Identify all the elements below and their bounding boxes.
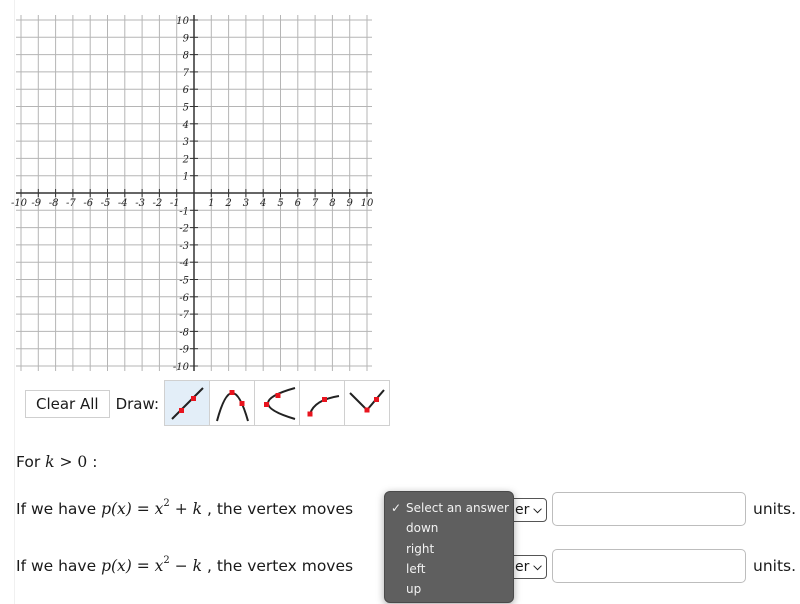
absolute-value-tool-icon [349, 389, 385, 413]
units-input-1[interactable] [552, 492, 746, 526]
y-tick-label: 5 [183, 103, 189, 114]
y-tick-label: -7 [179, 310, 189, 321]
y-tick-label: -10 [173, 362, 190, 373]
function-name: p(x) [101, 500, 132, 518]
exponent: 2 [163, 498, 170, 509]
clear-all-button[interactable]: Clear All [25, 390, 110, 418]
row-suffix: , the vertex moves [202, 557, 354, 575]
row-suffix: , the vertex moves [202, 500, 354, 518]
intro-relation: > 0 [54, 453, 88, 471]
draw-tool-group [164, 380, 391, 426]
x-tick-label: -2 [153, 198, 163, 209]
x-tick-label: -1 [170, 198, 180, 209]
option-label: down [406, 521, 439, 536]
option-label: Select an answer [406, 501, 509, 515]
sideways-parabola-tool-button[interactable] [254, 380, 301, 426]
y-tick-label: 1 [183, 172, 189, 183]
condition-statement: For k > 0 : [16, 453, 97, 471]
x-tick-label: 2 [224, 198, 231, 209]
row-prefix: If we have [16, 500, 102, 518]
square-root-tool-button[interactable] [299, 380, 346, 426]
dropdown-option-left[interactable]: left [385, 559, 513, 579]
option-label: up [406, 582, 422, 597]
x-tick-label: -3 [135, 198, 145, 209]
sideways-parabola-tool-icon [264, 387, 296, 420]
y-tick-label: 9 [183, 33, 190, 44]
direction-dropdown-menu: ✓ Select an answer down right left up [384, 491, 514, 603]
y-tick-label: -3 [179, 241, 189, 252]
y-tick-label: 4 [182, 120, 189, 131]
x-tick-label: -5 [101, 198, 111, 209]
select-value-text: er [515, 502, 530, 518]
line-tool-button[interactable] [164, 380, 211, 426]
x-tick-label: 5 [277, 198, 283, 209]
draw-label: Draw: [115, 395, 160, 413]
square-root-tool-icon [307, 395, 340, 417]
graph-canvas[interactable]: -10 -9 -8 -7 -6 -5 -4 -3 -2 -1 1 2 3 4 5 6 7 8 9 1010987654… [0, 0, 380, 380]
exponent: 2 [163, 555, 170, 566]
intro-prefix: For [16, 453, 46, 471]
x-tick-label: 4 [259, 198, 266, 209]
x-tick-label: 8 [329, 198, 335, 209]
x-tick-label: -9 [31, 198, 41, 209]
y-tick-label: -9 [179, 345, 189, 356]
intro-variable: k [45, 453, 55, 471]
x-tick-label: 6 [295, 198, 302, 209]
y-tick-label: 10 [176, 16, 189, 27]
k-variable: k [192, 557, 203, 575]
x-tick-label: -7 [66, 198, 76, 209]
x-tick-label: -4 [118, 198, 128, 209]
option-label: right [406, 541, 435, 556]
x-tick-label: 7 [312, 198, 319, 209]
y-tick-label: 2 [182, 154, 189, 165]
k-variable: k [192, 500, 203, 518]
units-label-1: units. [753, 500, 797, 518]
parabola-tool-button[interactable] [209, 380, 256, 426]
y-tick-label: -6 [179, 293, 189, 304]
equals-sign: = [131, 557, 155, 575]
units-label-2: units. [753, 557, 797, 575]
x-tick-label: -8 [49, 198, 59, 209]
x-tick-label: 1 [208, 198, 214, 209]
x-tick-label: 10 [361, 198, 374, 209]
intro-suffix: : [87, 453, 98, 471]
operator: − [169, 557, 193, 575]
y-tick-label: 3 [183, 137, 189, 148]
dropdown-option-select-an-answer[interactable]: ✓ Select an answer [385, 498, 513, 518]
y-tick-label: 6 [183, 85, 190, 96]
function-name: p(x) [101, 557, 132, 575]
checkmark-icon: ✓ [391, 501, 402, 515]
x-tick-label: 3 [243, 198, 249, 209]
option-label: left [406, 561, 426, 576]
y-tick-label: -2 [179, 224, 189, 235]
y-tick-label: -5 [179, 276, 189, 287]
parabola-tool-icon [216, 390, 249, 422]
dropdown-option-right[interactable]: right [385, 539, 513, 559]
y-tick-label: -4 [179, 258, 189, 269]
row-prefix: If we have [16, 557, 102, 575]
y-tick-label: -1 [179, 206, 189, 217]
question-row-2: If we have p(x) = x2 − k , the vertex mo… [16, 555, 354, 575]
chevron-down-icon: ⌵ [533, 503, 542, 516]
line-tool-icon [171, 387, 204, 420]
operator: + [169, 500, 193, 518]
dropdown-option-down[interactable]: down [385, 518, 513, 538]
dropdown-option-up[interactable]: up [385, 579, 513, 599]
graph-toolbar: Clear All Draw: [25, 380, 391, 426]
chevron-down-icon: ⌵ [533, 560, 542, 573]
x-tick-label: 9 [347, 198, 354, 209]
equals-sign: = [131, 500, 155, 518]
select-value-text: er [515, 559, 530, 575]
y-tick-label: 7 [183, 68, 190, 79]
y-tick-label: -8 [179, 327, 189, 338]
question-row-1: If we have p(x) = x2 + k , the vertex mo… [16, 498, 354, 518]
absolute-value-tool-button[interactable] [344, 380, 391, 426]
x-tick-label: -10 [11, 198, 28, 209]
units-input-2[interactable] [552, 549, 746, 583]
x-tick-label: -6 [83, 198, 93, 209]
y-tick-label: 8 [183, 51, 189, 62]
